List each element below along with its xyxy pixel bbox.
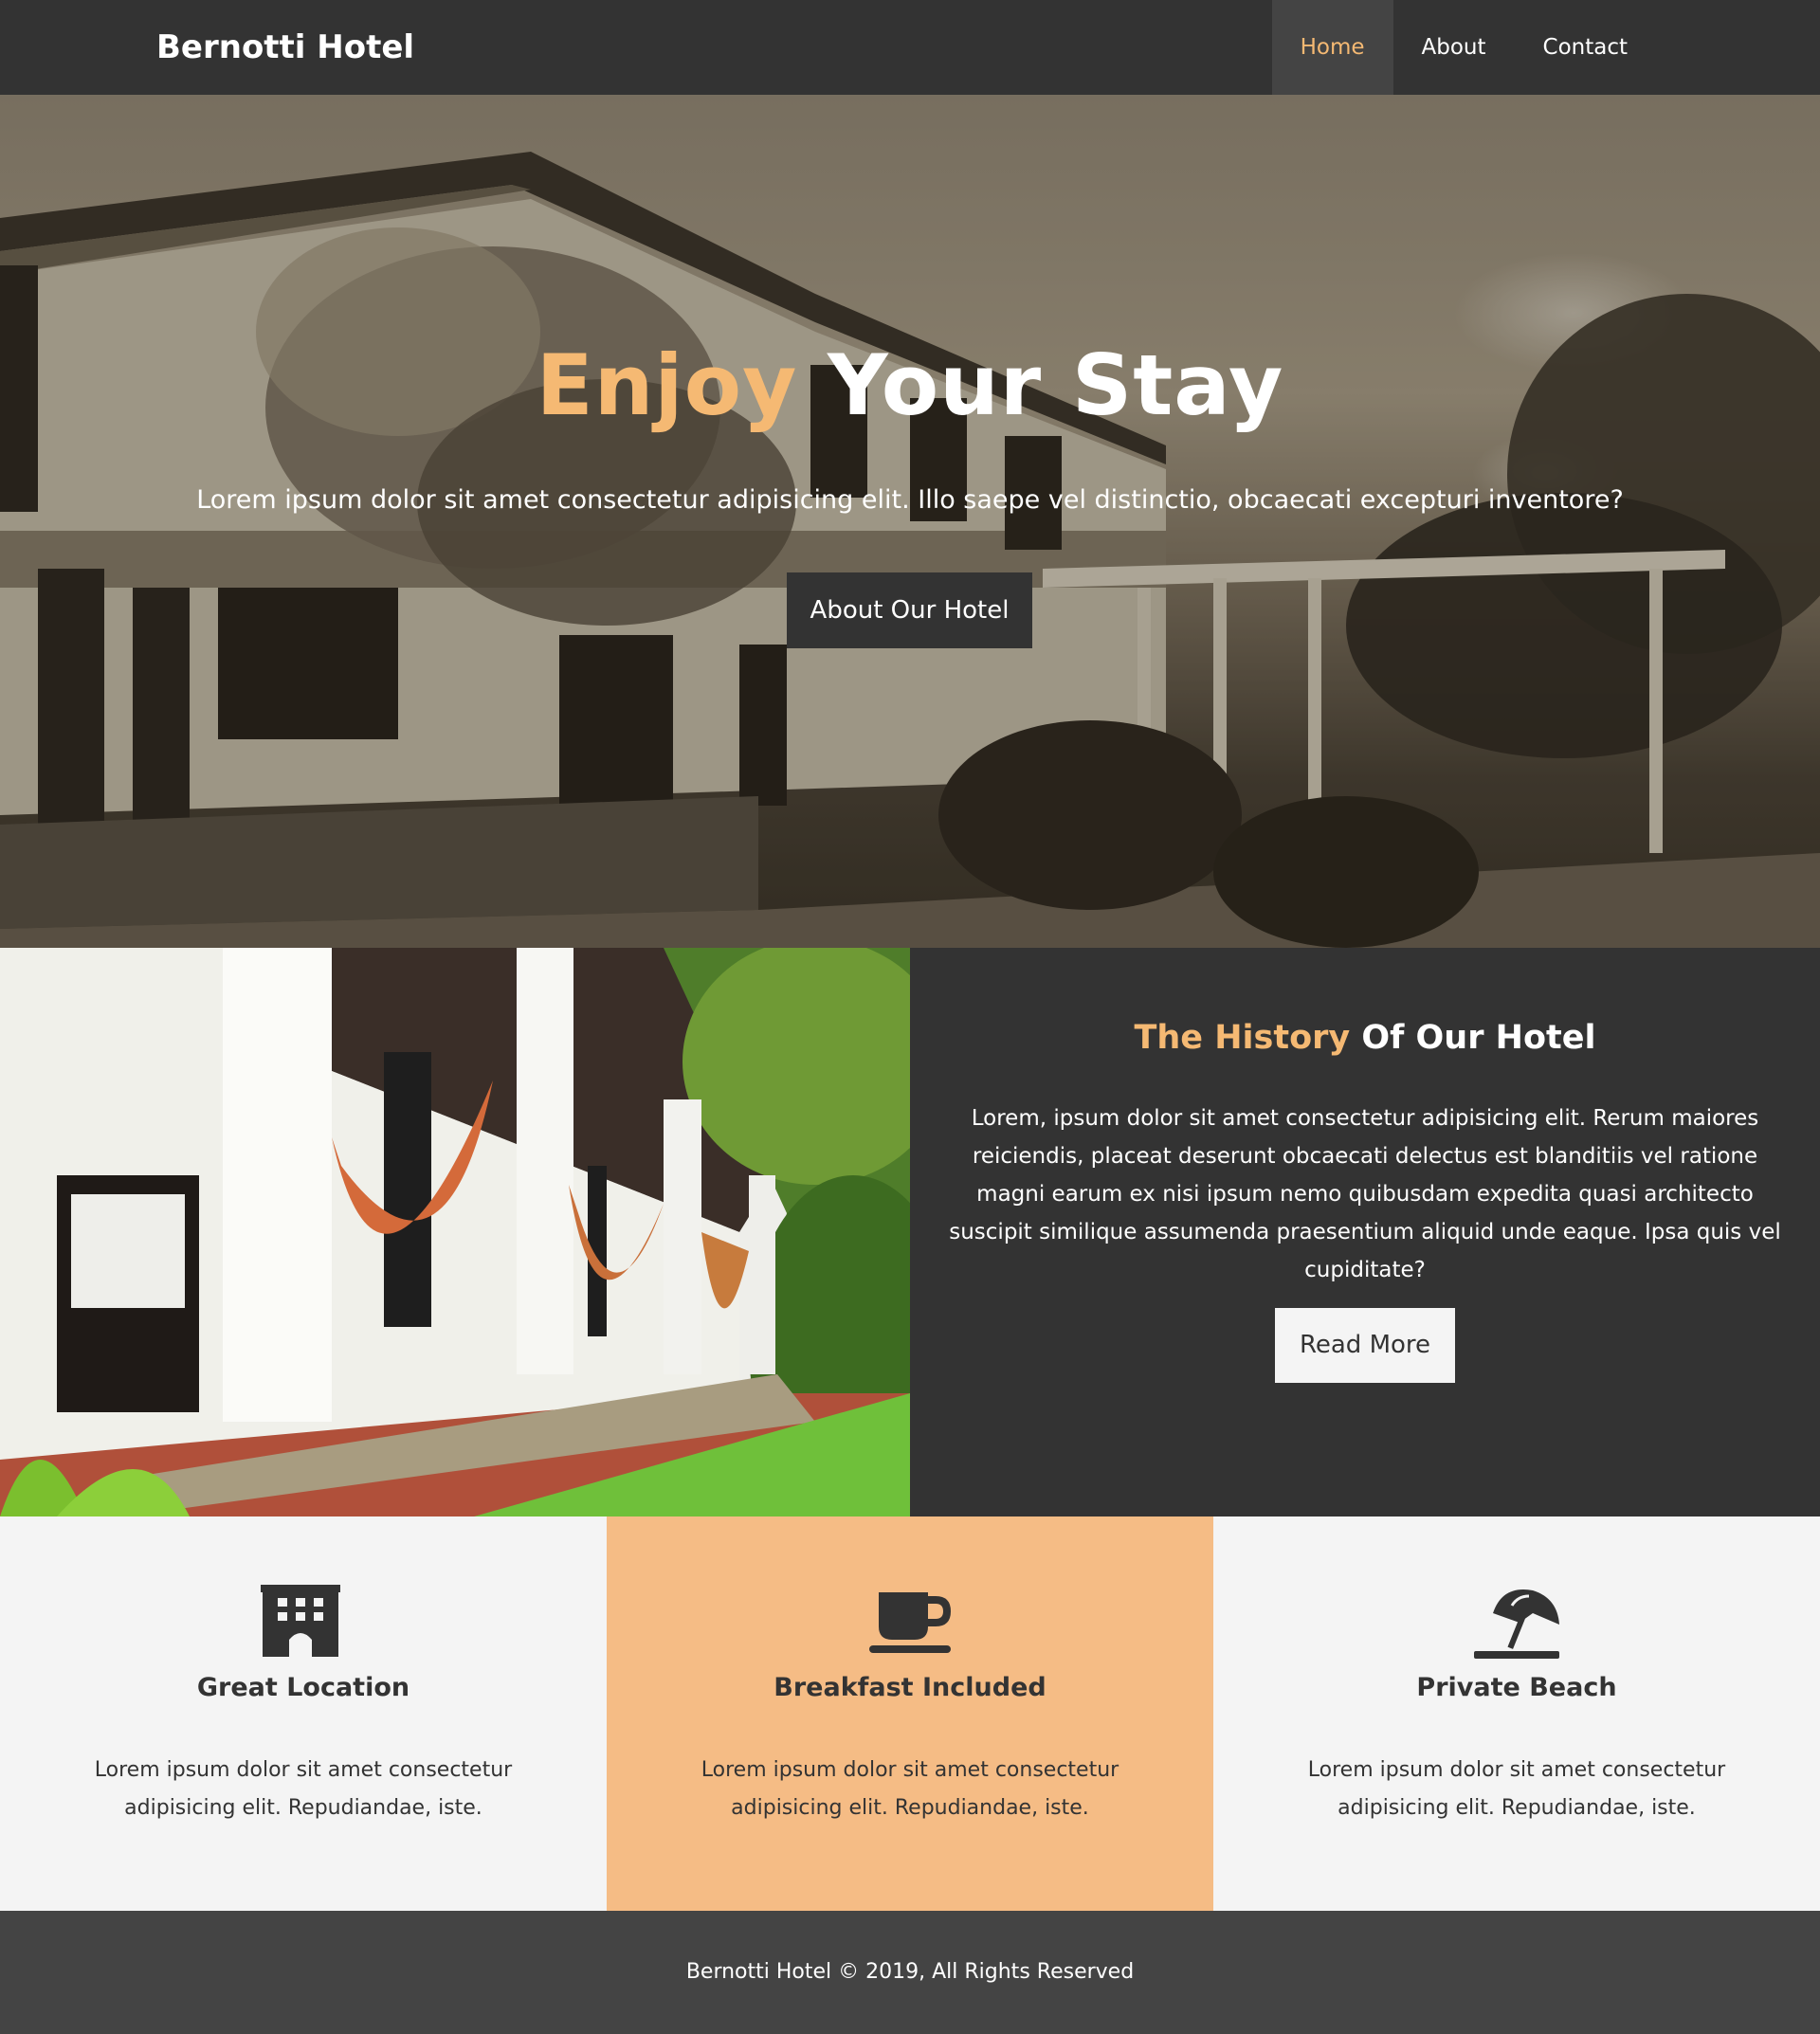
history-section: The History Of Our Hotel Lorem, ipsum do… <box>910 948 1820 1516</box>
feature-private-beach: Private Beach Lorem ipsum dolor sit amet… <box>1213 1516 1820 1911</box>
feature-great-location: Great Location Lorem ipsum dolor sit ame… <box>0 1516 607 1911</box>
footer: Bernotti Hotel © 2019, All Rights Reserv… <box>0 1911 1820 2034</box>
history-title-rest: Of Our Hotel <box>1350 1019 1596 1057</box>
hero-overlay <box>0 95 1820 948</box>
nav-about-link[interactable]: About <box>1393 0 1515 95</box>
hero-title-accent: Enjoy <box>536 336 798 434</box>
footer-copyright: Bernotti Hotel © 2019, All Rights Reserv… <box>685 1960 1135 1984</box>
feature-text: Lorem ipsum dolor sit amet consectetur a… <box>1307 1758 1726 1820</box>
building-icon <box>261 1585 340 1657</box>
hero-section: Enjoy Your Stay Lorem ipsum dolor sit am… <box>0 95 1820 948</box>
feature-title: Great Location <box>196 1673 410 1702</box>
about-hotel-button[interactable]: About Our Hotel <box>787 572 1032 648</box>
feature-breakfast-included: Breakfast Included Lorem ipsum dolor sit… <box>607 1516 1213 1911</box>
nav-contact-link[interactable]: Contact <box>1515 0 1656 95</box>
feature-title: Private Beach <box>1416 1673 1617 1702</box>
history-title: The History Of Our Hotel <box>910 1019 1820 1057</box>
feature-title: Breakfast Included <box>774 1673 1046 1702</box>
hero-title: Enjoy Your Stay <box>0 336 1820 434</box>
history-text: Lorem, ipsum dolor sit amet consectetur … <box>949 1106 1781 1282</box>
beach-umbrella-icon <box>1474 1589 1559 1659</box>
read-more-button[interactable]: Read More <box>1275 1308 1455 1383</box>
hero-title-rest: Your Stay <box>797 336 1284 434</box>
navbar: Bernotti Hotel Home About Contact <box>0 0 1820 95</box>
coffee-cup-icon <box>869 1592 951 1653</box>
brand-logo[interactable]: Bernotti Hotel <box>156 0 414 95</box>
feature-text: Lorem ipsum dolor sit amet consectetur a… <box>701 1758 1119 1820</box>
nav-home-link[interactable]: Home <box>1271 0 1393 95</box>
hero-subtitle: Lorem ipsum dolor sit amet consectetur a… <box>196 485 1624 515</box>
history-hammock-image <box>0 948 910 1516</box>
main-nav: Home About Contact <box>1271 0 1656 95</box>
history-title-accent: The History <box>1134 1019 1351 1057</box>
feature-text: Lorem ipsum dolor sit amet consectetur a… <box>94 1758 513 1820</box>
